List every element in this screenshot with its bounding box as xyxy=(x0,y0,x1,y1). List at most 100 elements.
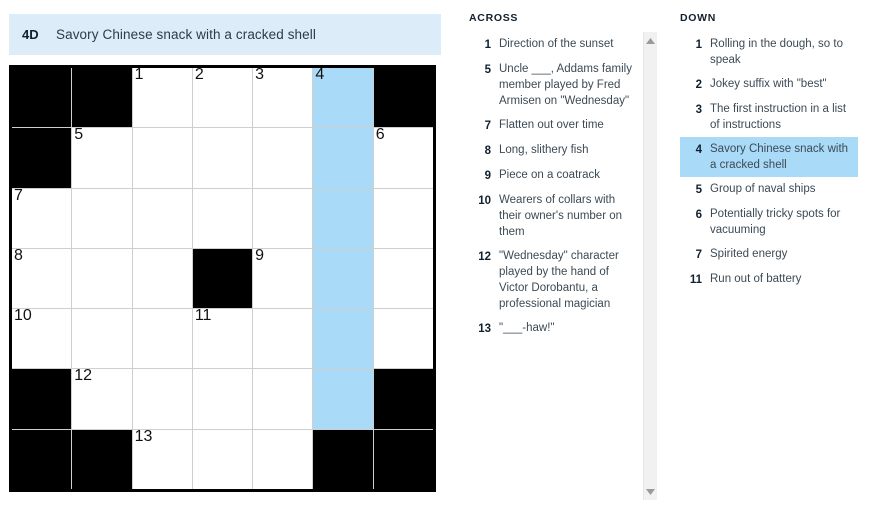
clue-text: Rolling in the dough, so to speak xyxy=(710,38,843,66)
clue-number: 5 xyxy=(695,184,702,196)
clue-number: 7 xyxy=(695,249,702,261)
clue-item[interactable]: 3 The first instruction in a list of inst… xyxy=(680,97,858,137)
grid-cell[interactable] xyxy=(253,309,313,369)
grid-cell[interactable]: 3 xyxy=(253,66,313,128)
grid-cell[interactable] xyxy=(132,309,192,369)
clue-text: Group of naval ships xyxy=(710,183,816,195)
clue-text: Wearers of collars with their owner's nu… xyxy=(499,194,623,238)
clue-number: 1 xyxy=(695,39,702,51)
grid-cell[interactable] xyxy=(132,248,192,309)
clue-number: 12 xyxy=(478,251,491,263)
down-clue-scroller[interactable]: 1 Rolling in the dough, so to speak 2 Jokey… xyxy=(680,32,860,500)
grid-cell[interactable] xyxy=(253,369,313,429)
grid-block-cell xyxy=(192,248,253,309)
grid-cell[interactable] xyxy=(313,128,373,188)
grid-cell[interactable]: 6 xyxy=(373,126,433,188)
grid-block-cell xyxy=(373,429,433,489)
grid-cell-number: 5 xyxy=(74,126,84,144)
across-clue-list: 1 Direction of the sunset 5 Uncle ___, Adda… xyxy=(469,32,657,341)
grid-cell-number: 6 xyxy=(375,126,385,144)
grid-cell[interactable] xyxy=(313,309,373,369)
grid-cell[interactable] xyxy=(192,188,253,248)
clue-number: 4 xyxy=(695,144,702,156)
clue-item[interactable]: 11 Run out of battery xyxy=(680,267,858,292)
clue-item[interactable]: 7 Flatten out over time xyxy=(469,113,639,138)
clue-text: "___-haw!" xyxy=(499,322,555,334)
clue-text: Flatten out over time xyxy=(499,119,604,131)
grid-block-cell xyxy=(12,369,72,429)
clue-item[interactable]: 10 Wearers of collars with their owner's … xyxy=(469,188,639,244)
grid-cell[interactable]: 5 xyxy=(72,126,132,188)
across-heading: ACROSS xyxy=(469,12,519,24)
grid-cell[interactable] xyxy=(313,248,373,309)
grid-cell-number: 2 xyxy=(194,66,204,83)
clue-item[interactable]: 8 Long, slithery fish xyxy=(469,138,639,163)
grid-cell-number: 10 xyxy=(14,307,32,325)
grid-cell[interactable] xyxy=(72,248,132,309)
grid-cell[interactable] xyxy=(253,188,313,248)
grid-cell[interactable] xyxy=(72,309,132,369)
clue-item[interactable]: 9 Piece on a coatrack xyxy=(469,163,639,188)
clue-number: 11 xyxy=(689,274,702,286)
clue-number: 5 xyxy=(484,64,491,76)
grid-cell-number: 7 xyxy=(14,186,23,204)
clue-item[interactable]: 1 Rolling in the dough, so to speak xyxy=(680,32,858,72)
grid-cell-number: 12 xyxy=(74,367,93,385)
clue-item[interactable]: 13 "___-haw!" xyxy=(469,316,639,341)
grid-cell[interactable]: 11 xyxy=(192,307,253,369)
grid-cell[interactable] xyxy=(373,309,433,369)
across-scrollbar[interactable] xyxy=(643,32,657,500)
grid-cell[interactable] xyxy=(72,188,132,248)
grid-cell[interactable]: 9 xyxy=(253,247,313,309)
clue-item[interactable]: 5 Uncle ___, Addams family member played … xyxy=(469,57,639,113)
down-clue-list: 1 Rolling in the dough, so to speak 2 Jokey… xyxy=(680,32,860,292)
grid-cell[interactable]: 7 xyxy=(12,186,72,248)
clue-item[interactable]: 1 Direction of the sunset xyxy=(469,32,639,57)
grid-cell[interactable] xyxy=(313,369,373,429)
clue-text: Savory Chinese snack with a cracked shel… xyxy=(710,143,849,171)
grid-cell[interactable]: 12 xyxy=(72,367,132,429)
down-heading: DOWN xyxy=(680,12,717,24)
grid-cell[interactable] xyxy=(313,188,373,248)
grid-cell[interactable]: 1 xyxy=(132,66,192,128)
grid-block-cell xyxy=(12,429,72,489)
clue-item[interactable]: 5 Group of naval ships xyxy=(680,177,858,202)
grid-cell-number: 1 xyxy=(134,66,144,83)
scroll-down-arrow-icon[interactable] xyxy=(644,485,657,498)
grid-cell[interactable]: 2 xyxy=(192,66,253,128)
clue-text: Uncle ___, Addams family member played b… xyxy=(499,63,632,107)
grid-cell[interactable]: 13 xyxy=(132,428,192,489)
grid-block-cell xyxy=(12,68,72,128)
grid-cell-number: 11 xyxy=(194,307,212,325)
grid-cell[interactable] xyxy=(253,429,313,489)
clue-item[interactable]: 6 Potentially tricky spots for vacuuming xyxy=(680,202,858,242)
grid-cell[interactable] xyxy=(253,128,313,188)
across-scrollbar-thumb[interactable] xyxy=(646,48,655,378)
active-clue-banner[interactable]: 4D Savory Chinese snack with a cracked s… xyxy=(9,14,441,55)
grid-cell[interactable] xyxy=(192,429,253,489)
grid-cell-number: 4 xyxy=(315,66,325,83)
clue-text: "Wednesday" character played by the hand… xyxy=(499,250,619,310)
grid-cell[interactable]: 8 xyxy=(12,247,72,309)
grid-cell[interactable] xyxy=(192,369,253,429)
clue-item[interactable]: 12 "Wednesday" character played by the ha… xyxy=(469,244,639,316)
clue-item[interactable]: 7 Spirited energy xyxy=(680,242,858,267)
grid-cell[interactable]: 4 xyxy=(313,66,373,128)
clue-number: 3 xyxy=(695,104,702,116)
grid-cell[interactable] xyxy=(373,248,433,309)
grid-cell[interactable] xyxy=(132,188,192,248)
crossword-grid[interactable]: 1 2 3 4 5 6 7 8 9 10 11 12 13 xyxy=(9,65,436,492)
clue-number: 8 xyxy=(484,145,491,157)
clue-number: 7 xyxy=(484,120,491,132)
across-clue-panel: ACROSS 1 Direction of the sunset 5 Uncle __… xyxy=(469,12,657,500)
clue-number: 10 xyxy=(478,195,491,207)
grid-cell[interactable]: 10 xyxy=(12,307,72,369)
grid-cell[interactable] xyxy=(132,128,192,188)
across-clue-scroller[interactable]: 1 Direction of the sunset 5 Uncle ___, Adda… xyxy=(469,32,657,500)
grid-cell[interactable] xyxy=(192,128,253,188)
grid-cell[interactable] xyxy=(373,188,433,248)
clue-item[interactable]: 2 Jokey suffix with "best" xyxy=(680,72,858,97)
scroll-up-arrow-icon[interactable] xyxy=(644,34,657,47)
clue-item[interactable]: 4 Savory Chinese snack with a cracked she… xyxy=(680,137,858,177)
grid-cell[interactable] xyxy=(132,369,192,429)
